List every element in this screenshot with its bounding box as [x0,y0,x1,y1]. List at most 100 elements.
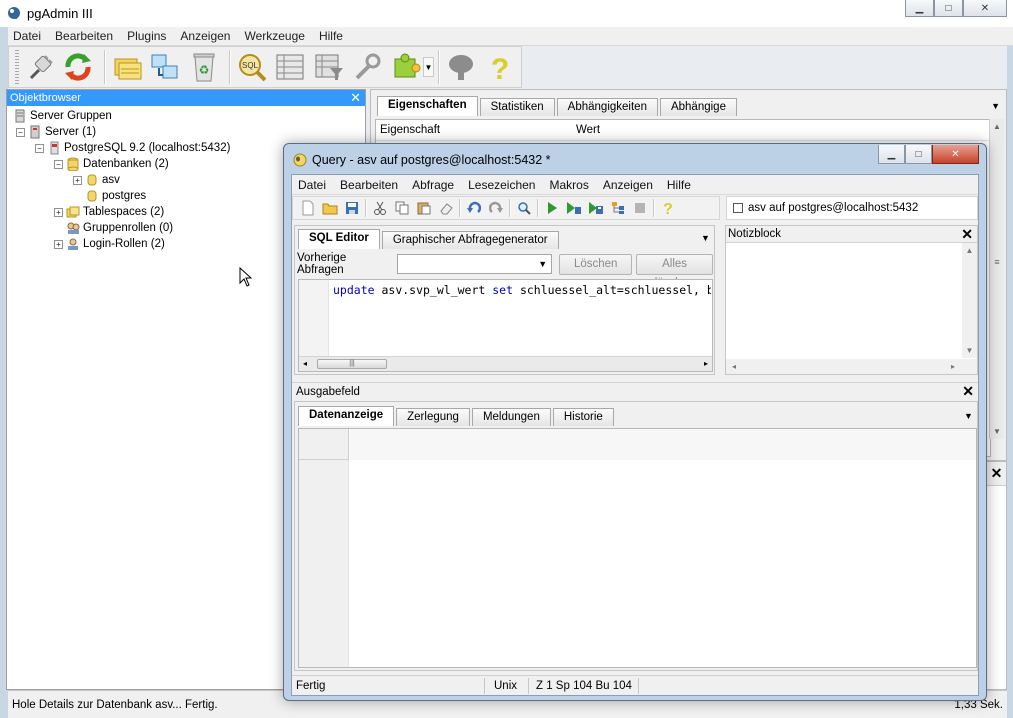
sql-pane-close-icon[interactable]: ✕ [987,462,1006,486]
tab-sql-editor[interactable]: SQL Editor [298,229,380,249]
menu-datei[interactable]: Datei [13,27,41,45]
menu-werkzeuge[interactable]: Werkzeuge [244,27,304,45]
editor-horizontal-scrollbar[interactable]: ◂ ||| ▸ [299,356,712,371]
sql-icon[interactable]: SQL [235,49,269,85]
grid-corner[interactable] [299,429,349,460]
sql-editor[interactable]: update asv.svp_wl_wert set schluessel_al… [298,279,713,372]
cut-icon[interactable] [369,198,391,218]
tree-node-postgresql[interactable]: − PostgreSQL 9.2 (localhost:5432) [35,140,230,156]
tab-zerlegung[interactable]: Zerlegung [396,408,470,426]
recycle-icon[interactable]: ♻ [186,49,220,85]
sql-code-line[interactable]: update asv.svp_wl_wert set schluessel_al… [333,283,711,297]
expand-toggle[interactable]: + [73,175,82,185]
tabs-dropdown-icon[interactable]: ▼ [991,101,1000,111]
tree-node-login-rollen[interactable]: + Login-Rollen (2) [54,236,165,252]
qmenu-lesezeichen[interactable]: Lesezeichen [468,175,535,194]
menu-anzeigen[interactable]: Anzeigen [180,27,230,45]
qmenu-bearbeiten[interactable]: Bearbeiten [340,175,398,194]
tree-node-asv[interactable]: + asv [73,172,120,188]
tab-graphical-query-builder[interactable]: Graphischer Abfragegenerator [381,231,559,249]
puzzle-icon[interactable] [388,49,422,85]
toolbar-grip[interactable] [15,50,19,84]
tab-abhaengige[interactable]: Abhängige [659,98,737,116]
plug-icon[interactable] [23,49,57,85]
qmenu-abfrage[interactable]: Abfrage [412,175,454,194]
qmenu-hilfe[interactable]: Hilfe [667,175,691,194]
open-folder-icon[interactable] [319,198,341,218]
output-tabs-dropdown-icon[interactable]: ▼ [964,411,973,421]
scroll-thumb[interactable]: ||| [317,359,387,369]
menu-plugins[interactable]: Plugins [127,27,166,45]
maximize-button[interactable]: □ [934,0,963,17]
undo-icon[interactable] [463,198,485,218]
result-grid[interactable] [298,428,977,668]
help-icon[interactable]: ? [657,198,679,218]
notepad-vertical-scrollbar[interactable]: ▲ ▼ [962,243,977,358]
collapse-toggle[interactable]: − [35,143,44,153]
tree-node-postgres[interactable]: postgres [85,188,146,204]
connection-selector[interactable]: asv auf postgres@localhost:5432 [726,196,978,220]
connection-checkbox[interactable] [733,203,743,213]
eraser-icon[interactable] [435,198,457,218]
scroll-right-icon[interactable]: ▸ [704,359,708,368]
query-minimize-button[interactable]: ▁ [878,145,905,164]
wrench-icon[interactable] [350,49,384,85]
execute-to-file-icon[interactable] [585,198,607,218]
notepad-horizontal-scrollbar[interactable]: ◂ ▸ [726,359,977,374]
minimize-button[interactable]: ▁ [905,0,934,17]
table-icon[interactable] [273,49,307,85]
execute-pgscript-icon[interactable] [563,198,585,218]
delete-button[interactable]: Löschen [559,253,633,275]
tree-node-datenbanken[interactable]: − Datenbanken (2) [54,156,169,172]
tree-node-server[interactable]: − Server (1) [16,124,96,140]
paste-icon[interactable] [413,198,435,218]
save-icon[interactable] [341,198,363,218]
delete-all-button[interactable]: Alles löschen [636,253,713,289]
menu-hilfe[interactable]: Hilfe [319,27,343,45]
execute-icon[interactable] [541,198,563,218]
collapse-toggle[interactable]: − [16,127,25,137]
qmenu-anzeigen[interactable]: Anzeigen [603,175,653,194]
filtered-table-icon[interactable] [312,49,346,85]
object-browser-close-icon[interactable]: ✕ [350,90,361,105]
arrange-icon[interactable] [148,49,182,85]
stop-icon[interactable] [629,198,651,218]
tab-abhaengigkeiten[interactable]: Abhängigkeiten [556,98,658,116]
close-button[interactable]: ✕ [963,0,1007,17]
properties-vertical-scrollbar[interactable]: ▲ ≡ ▼ [989,119,1004,439]
tab-meldungen[interactable]: Meldungen [471,408,551,426]
menu-bearbeiten[interactable]: Bearbeiten [55,27,113,45]
qmenu-makros[interactable]: Makros [549,175,588,194]
qmenu-datei[interactable]: Datei [298,175,326,194]
redo-icon[interactable] [485,198,507,218]
output-close-icon[interactable]: ✕ [962,383,974,400]
explain-icon[interactable] [607,198,629,218]
scroll-left-icon[interactable]: ◂ [303,359,307,368]
notepad-close-icon[interactable]: ✕ [961,226,973,242]
previous-queries-combo[interactable]: ▼ [397,254,553,274]
tab-statistiken[interactable]: Statistiken [479,98,555,116]
new-file-icon[interactable] [297,198,319,218]
main-window-frame-right [1007,27,1013,718]
collapse-toggle[interactable]: − [54,159,63,169]
folders-icon[interactable] [110,49,144,85]
notepad-text-area[interactable] [726,243,962,358]
databases-icon [66,157,80,172]
dropdown-arrow-icon[interactable]: ▼ [422,57,435,77]
tree-node-gruppenrollen[interactable]: Gruppenrollen (0) [66,220,173,236]
tab-datenanzeige[interactable]: Datenanzeige [298,406,395,426]
editor-tabs-dropdown-icon[interactable]: ▼ [701,233,710,243]
refresh-icon[interactable] [61,49,95,85]
tree-node-server-gruppen[interactable]: Server Gruppen [13,108,112,124]
tab-eigenschaften[interactable]: Eigenschaften [377,96,478,116]
help-icon[interactable]: ? [483,49,517,85]
expand-toggle[interactable]: + [54,239,63,249]
elephant-icon[interactable] [444,49,478,85]
query-close-button[interactable]: ✕ [932,145,979,164]
query-maximize-button[interactable]: □ [905,145,932,164]
tab-historie[interactable]: Historie [552,408,614,426]
copy-icon[interactable] [391,198,413,218]
expand-toggle[interactable]: + [54,207,63,217]
find-icon[interactable] [513,198,535,218]
tree-node-tablespaces[interactable]: + Tablespaces (2) [54,204,164,220]
